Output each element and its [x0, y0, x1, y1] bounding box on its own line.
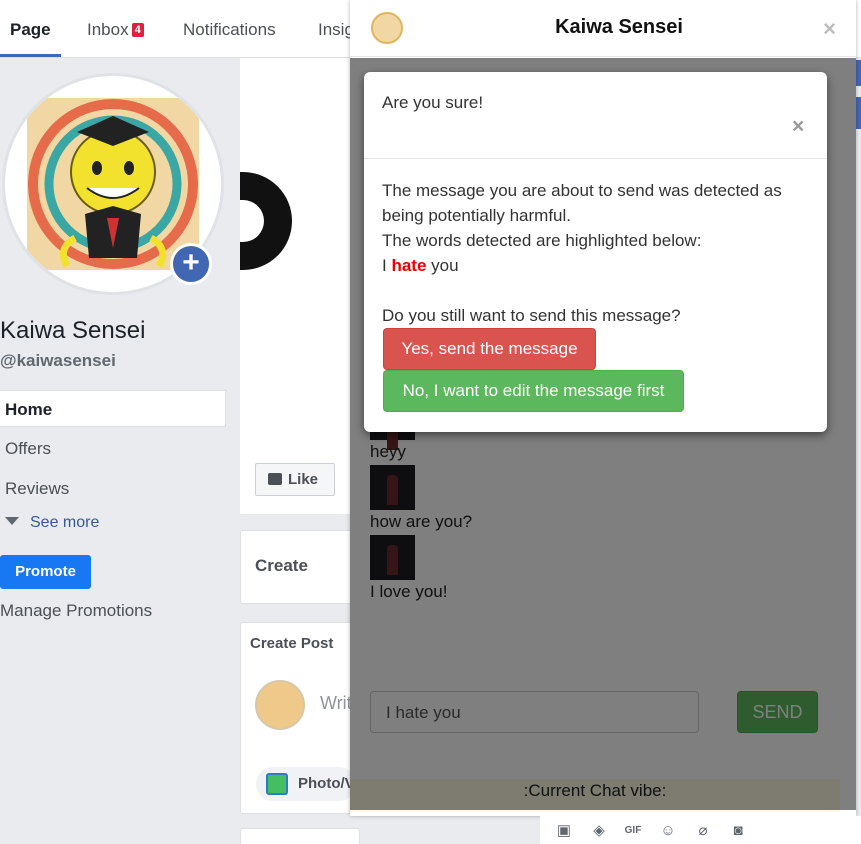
message-word: you	[431, 256, 459, 275]
edit-message-button[interactable]: No, I want to edit the message first	[383, 370, 684, 412]
like-button[interactable]: Like	[255, 463, 335, 496]
composer-avatar	[255, 680, 305, 730]
inbox-count-badge: 4	[131, 23, 144, 37]
cover-photo	[240, 58, 350, 514]
sidebar-item-reviews[interactable]: Reviews	[5, 479, 69, 499]
koro-sensei-avatar-image	[27, 98, 199, 270]
page-username: @kaiwasensei	[0, 351, 116, 370]
see-more-link[interactable]: See more	[5, 514, 99, 532]
gif-icon[interactable]: GIF	[624, 822, 642, 839]
page-title: Kaiwa Sensei	[0, 317, 146, 344]
photo-icon	[266, 773, 288, 795]
harmful-message-dialog: Are you sure! × The message you are abou…	[364, 72, 827, 432]
dialog-header: Are you sure! ×	[364, 72, 827, 159]
photo-video-button[interactable]: Photo/V	[256, 767, 356, 801]
tab-notifications[interactable]: Notifications	[183, 20, 276, 40]
camera-icon[interactable]: ◙	[729, 822, 747, 839]
add-photo-button[interactable]: +	[170, 243, 212, 285]
create-post-heading: Create Post	[250, 635, 334, 652]
flagged-message: I hate you	[382, 253, 812, 278]
photo-video-label: Photo/V	[298, 775, 355, 792]
tab-inbox[interactable]: Inbox 4	[87, 20, 144, 40]
right-edge-button	[856, 60, 861, 86]
caret-down-icon	[5, 517, 19, 525]
dialog-close-button[interactable]: ×	[792, 115, 804, 139]
attachment-icon[interactable]: ⌀	[694, 822, 712, 839]
confirm-question: Do you still want to send this message?	[382, 306, 681, 325]
emoji-icon[interactable]: ☺	[659, 822, 677, 839]
create-label: Create	[255, 556, 308, 575]
next-card	[240, 828, 360, 844]
detected-words-text: The words detected are highlighted below…	[382, 231, 702, 250]
sidebar-item-home[interactable]: Home	[0, 390, 226, 427]
active-tab-indicator	[0, 54, 61, 57]
flagged-word: hate	[391, 256, 427, 275]
like-label: Like	[288, 471, 319, 488]
composer-icon-strip: ▣ ◈ GIF ☺ ⌀ ◙	[540, 816, 861, 844]
manage-promotions-link[interactable]: Manage Promotions	[0, 601, 152, 621]
chat-close-button[interactable]: ×	[823, 16, 836, 42]
sidebar-item-offers[interactable]: Offers	[5, 439, 51, 459]
right-edge-button-2	[856, 97, 861, 129]
photo-icon[interactable]: ▣	[555, 822, 573, 839]
write-post-input[interactable]: Writ	[320, 693, 352, 714]
see-more-label: See more	[30, 514, 100, 531]
promote-button[interactable]: Promote	[0, 555, 91, 589]
chat-header: Kaiwa Sensei ×	[350, 0, 856, 57]
tab-page[interactable]: Page	[10, 20, 51, 40]
warning-text: The message you are about to send was de…	[382, 181, 782, 225]
message-word: I	[382, 256, 387, 275]
sticker-icon[interactable]: ◈	[590, 822, 608, 839]
tab-insights[interactable]: Insig	[318, 20, 354, 40]
dialog-title: Are you sure!	[382, 93, 484, 112]
dialog-body: The message you are about to send was de…	[382, 178, 812, 328]
thumbs-up-icon	[268, 473, 282, 485]
right-edge-background	[856, 58, 861, 844]
chat-title: Kaiwa Sensei	[555, 16, 683, 38]
tab-inbox-label: Inbox	[87, 20, 129, 39]
send-anyway-button[interactable]: Yes, send the message	[383, 328, 596, 370]
